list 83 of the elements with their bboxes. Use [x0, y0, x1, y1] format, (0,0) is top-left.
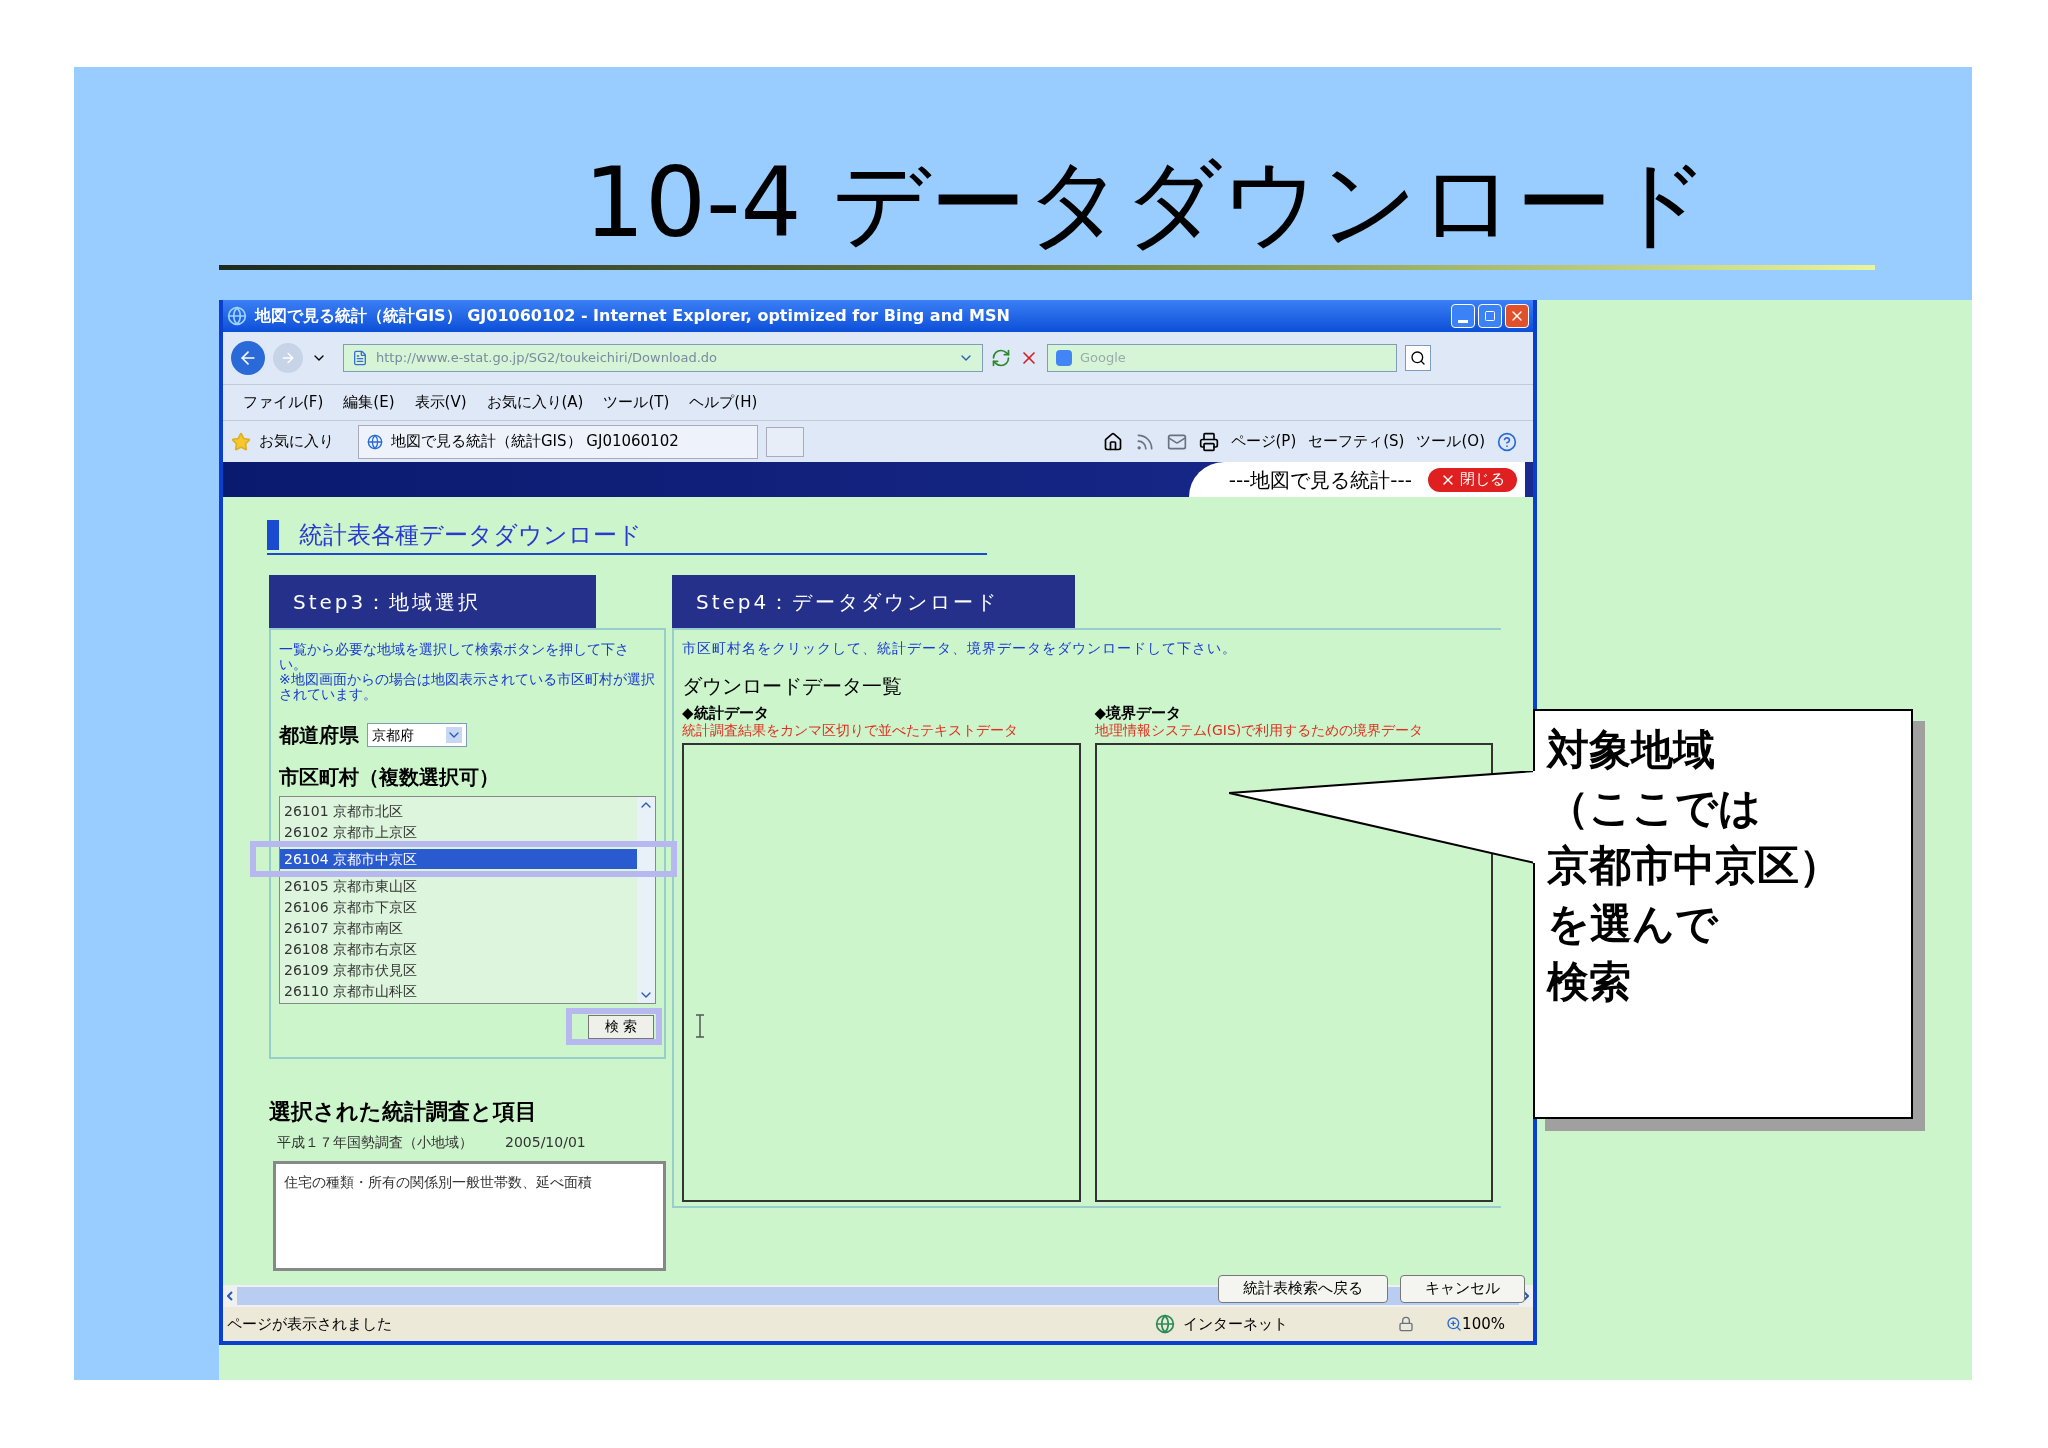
- callout-text: 検索: [1547, 956, 1632, 1008]
- heading-marker: [267, 520, 279, 550]
- search-provider-icon: [1056, 350, 1072, 366]
- close-page-button[interactable]: 閉じる: [1428, 467, 1517, 492]
- zoom-level[interactable]: 100%: [1462, 1312, 1505, 1336]
- slide-title: 10-4 データダウンロード: [583, 155, 1711, 251]
- callout-text: を選んで: [1547, 898, 1720, 950]
- lock-icon: [1398, 1316, 1415, 1332]
- text-cursor-icon: [695, 1014, 705, 1038]
- command-menu[interactable]: セーフティ(S): [1308, 430, 1405, 453]
- survey-name: 平成１７年国勢調査（小地域）: [277, 1132, 473, 1152]
- instruction-text: ※地図画面からの場合は地図表示されている市区町村が選択されています。: [279, 672, 656, 702]
- minimize-button[interactable]: [1451, 304, 1475, 328]
- menu-item[interactable]: ヘルプ(H): [689, 391, 758, 414]
- status-text: ページが表示されました: [227, 1313, 392, 1335]
- window-title: 地図で見る統計（統計GIS） GJ01060102 - Internet Explorer, optimized for Bing and MSN: [255, 305, 1010, 327]
- municipality-label: 市区町村（複数選択可）: [279, 764, 500, 791]
- vertical-scrollbar[interactable]: [637, 797, 655, 1003]
- command-menu[interactable]: ツール(O): [1416, 430, 1485, 453]
- action-button[interactable]: 統計表検索へ戻る: [1218, 1274, 1388, 1303]
- callout-text: 京都市中京区）: [1547, 840, 1842, 892]
- action-button[interactable]: キャンセル: [1400, 1274, 1525, 1303]
- internet-zone-icon: [1155, 1314, 1176, 1334]
- page-heading: 統計表各種データダウンロード: [299, 520, 642, 551]
- search-placeholder: Google: [1080, 349, 1126, 368]
- minimize-icon: [1458, 320, 1468, 323]
- back-button[interactable]: [231, 341, 265, 375]
- zoom-icon: [1446, 1316, 1463, 1332]
- menu-item[interactable]: 表示(V): [414, 391, 467, 414]
- callout-text: （ここでは: [1547, 782, 1762, 834]
- selected-items-field[interactable]: 住宅の種類・所有の関係別一般世帯数、延べ面積: [273, 1160, 666, 1271]
- maximize-button[interactable]: [1478, 304, 1502, 328]
- municipality-item[interactable]: 26101 京都市北区: [280, 801, 637, 821]
- municipality-item[interactable]: 26107 京都市南区: [280, 918, 637, 938]
- municipality-item[interactable]: 26106 京都市下京区: [280, 897, 637, 917]
- municipality-item[interactable]: 26109 京都市伏見区: [280, 960, 637, 980]
- favorites-star-icon: [231, 431, 251, 452]
- tab-page-icon: [367, 433, 383, 450]
- browser-tab[interactable]: 地図で見る統計（統計GIS） GJ01060102: [358, 424, 758, 459]
- address-text: http://www.e-stat.go.jp/SG2/toukeichiri/Download.do: [376, 349, 717, 368]
- municipality-item[interactable]: 26102 京都市上京区: [280, 822, 637, 842]
- municipality-item[interactable]: 26105 京都市東山区: [280, 876, 637, 896]
- refresh-icon: [991, 348, 1011, 368]
- survey-date: 2005/10/01: [505, 1132, 586, 1152]
- home-icon: [1102, 431, 1123, 452]
- data-type-title: ◆統計データ: [682, 705, 770, 721]
- menu-item[interactable]: お気に入り(A): [486, 391, 584, 414]
- search-button[interactable]: [1405, 345, 1431, 371]
- data-type-description: 地理情報システム(GIS)で利用するための境界データ: [1094, 721, 1425, 739]
- prefecture-label: 都道府県: [279, 722, 359, 749]
- download-list-heading: ダウンロードデータ一覧: [682, 673, 903, 700]
- zone-text: インターネット: [1183, 1313, 1289, 1335]
- help-icon: [1497, 431, 1517, 452]
- callout-text: 対象地域: [1547, 724, 1716, 776]
- page-icon: [352, 350, 368, 366]
- instruction-text: 市区町村名をクリックして、統計データ、境界データをダウンロードして下さい。: [682, 639, 1238, 658]
- instruction-text: 一覧から必要な地域を選択して検索ボタンを押して下さい。: [279, 642, 630, 672]
- municipality-item[interactable]: 26110 京都市山科区: [280, 981, 637, 1001]
- step3-header: Step3：地域選択: [269, 575, 596, 628]
- search-icon: [1410, 350, 1426, 366]
- forward-arrow-icon: [280, 350, 296, 366]
- data-type-description: 統計調査結果をカンマ区切りで並べたテキストデータ: [682, 721, 1019, 739]
- municipality-item[interactable]: 26104 京都市中京区: [280, 849, 637, 869]
- menu-item[interactable]: 編集(E): [343, 391, 395, 414]
- municipality-item[interactable]: 26108 京都市右京区: [280, 939, 637, 959]
- data-type-title: ◆境界データ: [1094, 705, 1183, 721]
- prefecture-select[interactable]: 京都府: [367, 723, 467, 747]
- search-municipality-button[interactable]: 検 索: [587, 1014, 654, 1039]
- close-button[interactable]: [1505, 304, 1529, 328]
- step4-header: Step4：データダウンロード: [672, 575, 1075, 628]
- menu-item[interactable]: ファイル(F): [243, 391, 324, 414]
- favorites-button[interactable]: お気に入り: [259, 430, 334, 453]
- print-icon: [1198, 431, 1219, 452]
- browser-logo-icon: [227, 306, 247, 326]
- scroll-left-icon: [227, 1291, 233, 1301]
- dropdown-icon: [446, 727, 462, 743]
- new-tab-button[interactable]: [766, 426, 804, 457]
- banner-title: ---地図で見る統計---: [1228, 466, 1412, 494]
- scroll-right-icon: [1523, 1291, 1529, 1301]
- menu-item[interactable]: ツール(T): [603, 391, 670, 414]
- selected-survey-heading: 選択された統計調査と項目: [269, 1097, 538, 1126]
- command-menu[interactable]: ページ(P): [1230, 430, 1297, 453]
- maximize-icon: [1484, 310, 1496, 322]
